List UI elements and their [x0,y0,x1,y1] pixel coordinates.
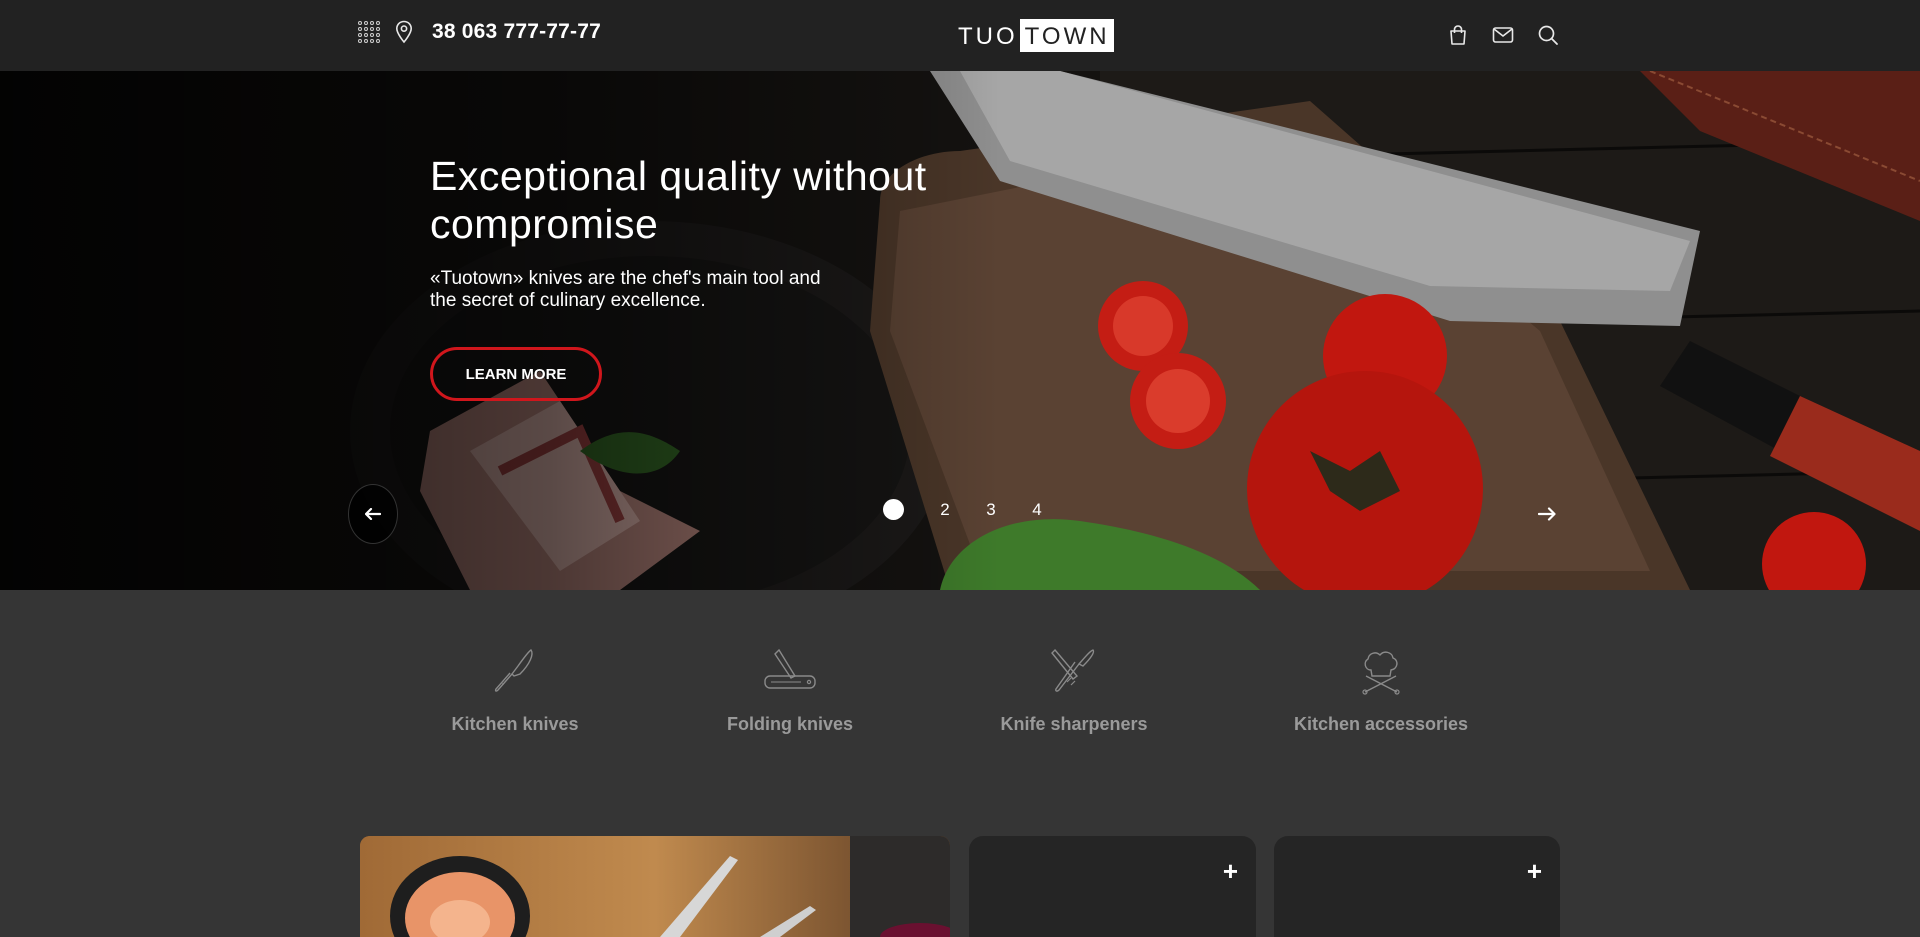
mail-icon[interactable] [1492,24,1514,46]
slider-prev-button[interactable] [348,484,398,544]
featured-photo-card[interactable] [360,836,950,937]
arrow-right-icon [1538,507,1556,521]
sharpener-icon [1051,648,1095,692]
add-icon[interactable]: + [1223,858,1238,884]
hero-slider: Exceptional quality without compromise «… [0,71,1920,590]
slide-dot-3[interactable]: 3 [984,500,998,520]
site-header: 38 063 777-77-77 TUO TOWN [0,0,1920,71]
learn-more-button[interactable]: LEARN MORE [430,347,602,401]
hero-title: Exceptional quality without compromise [430,153,927,247]
category-folding-knives[interactable]: Folding knives [723,646,857,735]
slide-dot-1[interactable] [883,499,904,520]
add-icon[interactable]: + [1527,858,1542,884]
category-label: Kitchen knives [451,714,579,734]
phone-number-link[interactable]: 38 063 777-77-77 [432,20,601,44]
chef-hat-icon [1362,651,1400,695]
slide-dot-4[interactable]: 4 [1030,500,1044,520]
hero-subtitle: «Tuotown» knives are the chef's main too… [430,268,821,311]
search-icon[interactable] [1537,24,1559,46]
grid-menu-icon[interactable] [358,21,380,43]
category-label: Folding knives [726,714,854,734]
category-knife-sharpeners[interactable]: Knife sharpeners [998,646,1150,735]
location-pin-icon[interactable] [395,20,413,44]
header-contacts: 38 063 777-77-77 [358,20,601,44]
category-kitchen-knives[interactable]: Kitchen knives [449,646,581,735]
slider-next-button[interactable] [1522,489,1572,539]
arrow-left-icon [365,508,381,520]
kitchen-knife-icon [494,649,533,692]
header-actions [1447,24,1582,46]
product-card[interactable]: + [969,836,1256,937]
logo-text-right: TOWN [1019,19,1114,52]
hero-overlay [0,71,1000,590]
category-kitchen-accessories[interactable]: Kitchen accessories [1293,646,1469,735]
logo-text-left: TUO [958,23,1018,50]
shopping-bag-icon[interactable] [1447,24,1469,46]
folding-knife-icon [764,648,816,689]
sushi-knives-image [360,836,950,937]
slide-dot-2[interactable]: 2 [938,500,952,520]
site-logo[interactable]: TUO TOWN [957,19,1114,52]
category-label: Kitchen accessories [1293,714,1469,734]
slider-pagination: 2 3 4 [883,499,1044,520]
product-card[interactable]: + [1274,836,1560,937]
category-label: Knife sharpeners [1000,714,1148,734]
